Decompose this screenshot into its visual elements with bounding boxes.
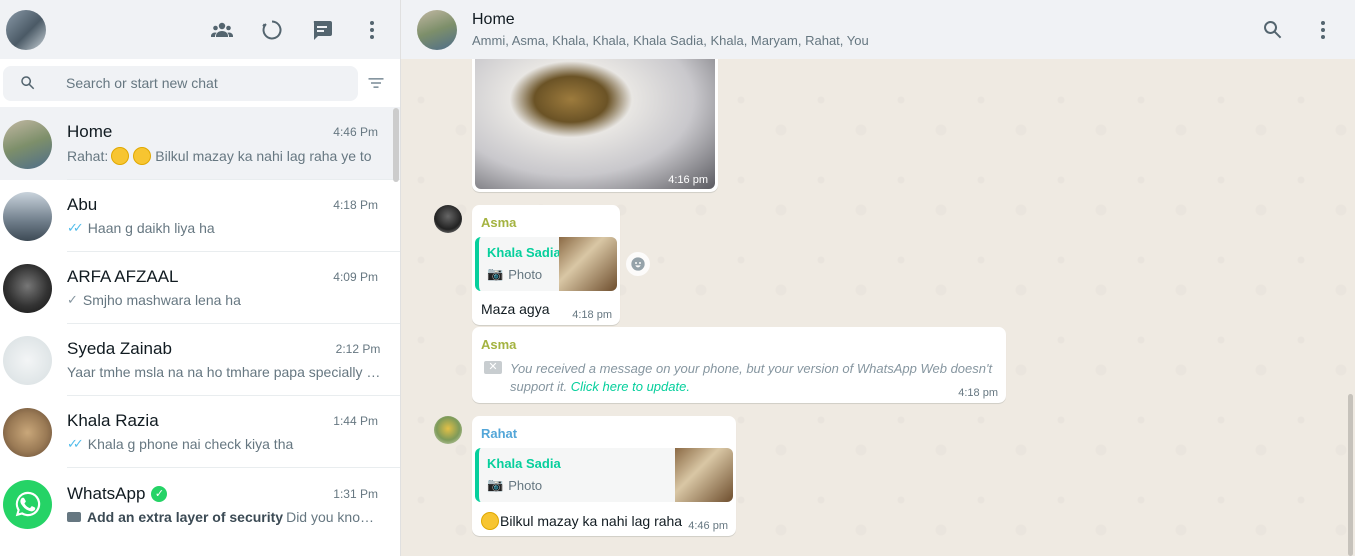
sidebar-scrollbar[interactable] — [393, 108, 399, 182]
search-icon[interactable] — [1261, 18, 1285, 42]
chat-sidebar: Home 4:46 Pm Rahat:Bilkul mazay ka nahi l… — [0, 0, 401, 556]
chat-preview: ✓ Smjho mashwara lena ha — [67, 292, 241, 308]
check-icon: ✓ — [67, 292, 78, 307]
communities-icon[interactable] — [210, 18, 234, 42]
quoted-message[interactable]: Khala Sadia 📷 Photo — [475, 237, 617, 291]
unsupported-text: You received a message on your phone, bu… — [510, 361, 993, 394]
smile-emoji-icon — [111, 147, 130, 165]
menu-dots-icon[interactable] — [360, 18, 384, 42]
conversation-header[interactable]: Home Ammi, Asma, Khala, Khala, Khala Sad… — [401, 0, 1355, 59]
search-icon — [21, 76, 35, 90]
conversation-pane: Home Ammi, Asma, Khala, Khala, Khala Sad… — [401, 0, 1355, 556]
chat-item-khala-razia[interactable]: Khala Razia 1:44 Pm ✓✓ Khala g phone nai c… — [0, 396, 400, 468]
avatar — [3, 335, 52, 385]
quote-sender: Khala Sadia — [487, 245, 561, 260]
camera-icon: 📷 — [487, 266, 504, 281]
chat-time: 2:12 Pm — [335, 342, 381, 356]
chat-item-syeda-zainab[interactable]: Syeda Zainab 2:12 Pm Yaar tmhe msla na na… — [0, 324, 400, 396]
message-time: 4:18 pm — [958, 387, 998, 399]
sidebar-header-actions — [210, 18, 384, 42]
react-emoji-icon[interactable] — [626, 252, 650, 276]
message-text: Maza agya — [481, 301, 550, 317]
sender-name: Rahat — [481, 426, 518, 441]
update-link[interactable]: Click here to update. — [571, 379, 690, 394]
avatar — [3, 407, 52, 457]
reply-message-rahat[interactable]: Rahat Khala Sadia 📷 Photo Bilkul mazay ka… — [472, 416, 736, 536]
chat-item-home[interactable]: Home 4:46 Pm Rahat: Bilkul mazay ka nahi l… — [0, 108, 400, 180]
menu-dots-icon[interactable] — [1311, 18, 1335, 42]
quote-type: 📷 Photo — [487, 477, 543, 493]
chat-time: 1:31 Pm — [333, 486, 378, 501]
image-time: 4:16 pm — [668, 174, 708, 186]
my-avatar[interactable] — [6, 9, 46, 50]
new-chat-icon[interactable] — [310, 18, 334, 42]
avatar[interactable] — [434, 205, 462, 233]
chat-preview: ✓✓ Haan g daikh liya ha — [67, 220, 215, 236]
chat-time: 1:44 Pm — [333, 414, 378, 428]
avatar — [3, 191, 52, 241]
sidebar-header — [0, 0, 400, 59]
camera-icon: 📷 — [487, 477, 504, 492]
sender-name: Asma — [481, 337, 517, 352]
chat-preview: ✓✓ Khala g phone nai check kiya tha — [67, 436, 294, 452]
avatar[interactable] — [434, 416, 462, 444]
verified-badge-icon: ✓ — [151, 485, 168, 502]
double-check-icon: ✓✓ — [67, 436, 84, 451]
quote-type: 📷 Photo — [487, 266, 543, 282]
chat-preview: Yaar tmhe msla na na ho tmhare papa spec… — [67, 364, 381, 380]
filter-icon[interactable] — [364, 71, 388, 95]
chat-name: Syeda Zainab — [67, 339, 172, 358]
chat-item-whatsapp[interactable]: WhatsApp ✓ 1:31 Pm Add an extra layer of s… — [0, 468, 400, 540]
chat-item-arfa-afzaal[interactable]: ARFA AFZAAL 4:09 Pm ✓ Smjho mashwara lena … — [0, 252, 400, 324]
chat-preview: Rahat: Bilkul mazay ka nahi lag raha ye t… — [67, 147, 372, 165]
chat-time: 4:46 Pm — [333, 125, 378, 139]
quote-sender: Khala Sadia — [487, 456, 561, 471]
chat-time: 4:18 Pm — [333, 198, 378, 212]
message-time: 4:18 pm — [572, 309, 612, 321]
group-avatar[interactable] — [417, 9, 457, 50]
chat-name: WhatsApp — [67, 483, 146, 503]
chat-name: ARFA AFZAAL — [67, 267, 179, 286]
conversation-scrollbar[interactable] — [1348, 394, 1353, 556]
quoted-message[interactable]: Khala Sadia 📷 Photo — [475, 448, 733, 502]
avatar — [3, 119, 52, 169]
video-icon — [67, 511, 81, 522]
quote-thumbnail — [675, 448, 733, 502]
unsupported-message: Asma ✕ You received a message on your ph… — [472, 327, 1006, 403]
unsupported-icon: ✕ — [484, 361, 502, 374]
reply-message-asma[interactable]: Asma Khala Sadia 📷 Photo Maza agya 4:18 p… — [472, 205, 620, 325]
chat-name: Home — [67, 122, 113, 141]
chat-name: Khala Razia — [67, 411, 159, 430]
double-check-icon: ✓✓ — [67, 220, 84, 235]
image-message[interactable]: 4:16 pm — [472, 48, 718, 192]
chat-preview: Add an extra layer of security Did you kn… — [67, 509, 378, 525]
message-text: Bilkul mazay ka nahi lag raha — [481, 512, 682, 530]
smile-emoji-icon — [481, 512, 499, 530]
chat-time: 4:09 Pm — [333, 270, 378, 284]
avatar — [3, 263, 52, 313]
message-time: 4:46 pm — [688, 520, 728, 532]
quote-thumbnail — [559, 237, 617, 291]
chat-list: Home 4:46 Pm Rahat: Bilkul mazay ka nahi l… — [0, 108, 400, 540]
search-input[interactable] — [66, 75, 326, 91]
chat-name: Abu — [67, 195, 98, 214]
food-photo[interactable] — [475, 51, 715, 189]
chat-item-abu[interactable]: Abu 4:18 Pm ✓✓ Haan g daikh liya ha — [0, 180, 400, 252]
status-icon[interactable] — [260, 18, 284, 42]
group-name: Home — [472, 11, 515, 28]
search-row — [0, 59, 400, 108]
whatsapp-logo-icon — [3, 479, 52, 529]
group-members: Ammi, Asma, Khala, Khala, Khala Sadia, K… — [472, 33, 869, 48]
frown-emoji-icon — [133, 147, 152, 165]
search-box[interactable] — [3, 65, 358, 101]
sender-name: Asma — [481, 215, 517, 230]
